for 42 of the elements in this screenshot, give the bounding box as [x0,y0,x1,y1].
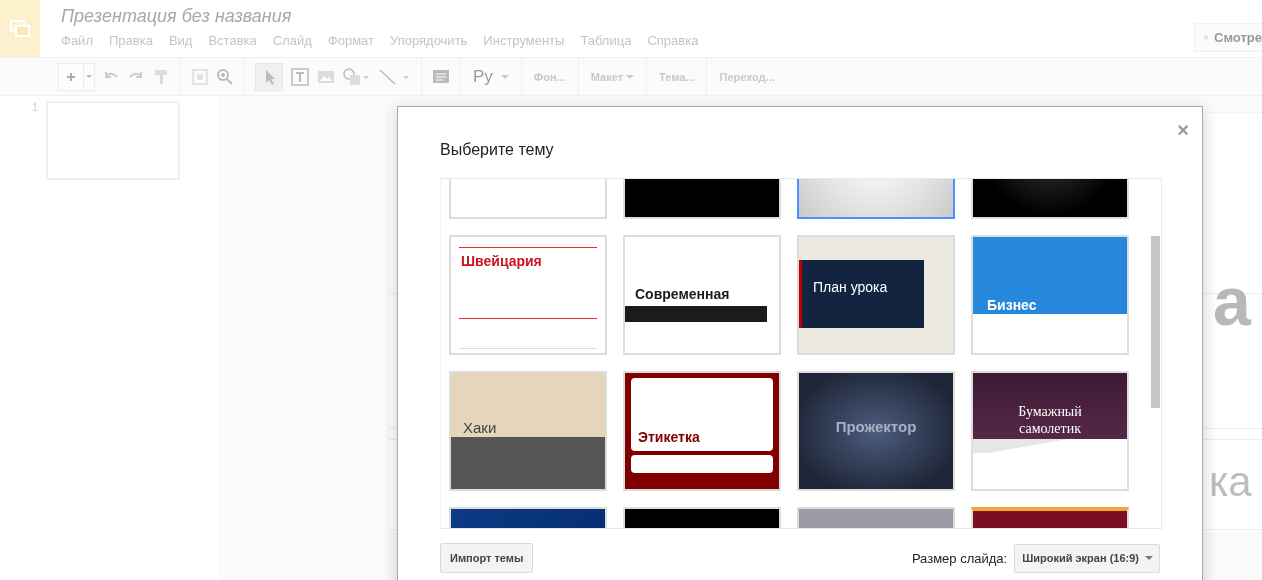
document-title[interactable]: Презентация без названия [61,6,292,27]
menu-item[interactable]: Вставка [208,33,257,48]
slide-subtitle-text: ка [1209,458,1252,506]
theme-thumbnail[interactable]: Бумажный самолетик [971,371,1129,491]
zoom-icon[interactable] [216,67,234,86]
caret-icon [500,73,509,80]
caret-icon [86,75,92,78]
menu-item[interactable]: Инструменты [483,33,565,48]
theme-thumbnail[interactable]: Швейцария [449,235,607,355]
slide-size-dropdown[interactable]: Широкий экран (16:9) [1014,543,1160,573]
dropdown-button[interactable] [83,63,94,90]
menu-item[interactable]: Правка [108,33,153,48]
caret-icon [1145,555,1153,561]
theme-thumbnail[interactable]: План урока [797,235,955,355]
pointer-icon[interactable] [255,62,283,91]
text-box-icon[interactable] [290,66,310,87]
menu-item[interactable]: Таблица [580,33,632,48]
comment-icon[interactable] [432,67,450,86]
dialog-title: Выберите тему [440,141,554,159]
menu-item[interactable]: Формат [327,33,374,48]
input-tools-button[interactable]: Ру [471,66,511,87]
present-button[interactable]: Смотре [1194,23,1262,52]
menu-item[interactable]: Справка [647,33,699,48]
theme-thumbnail[interactable]: Современная [623,235,781,355]
shape-icon[interactable] [342,66,370,87]
menu-item[interactable]: Файл [61,33,93,48]
line-icon[interactable] [377,66,411,87]
scrollbar-thumb[interactable] [1151,236,1160,408]
theme-thumbnail[interactable]: Этикетка [623,371,781,491]
theme-thumbnail[interactable]: Бизнес [971,235,1129,355]
theme-thumbnail[interactable]: Хаки [449,371,607,491]
menu-item[interactable]: Слайд [272,33,312,48]
zoom-fit-icon[interactable] [191,67,209,86]
import-theme-button[interactable]: Импорт темы [440,543,534,573]
theme-thumbnail[interactable]: Прожектор [797,371,955,491]
app-logo-icon[interactable] [0,0,40,57]
slide-title-text: а [1213,262,1251,340]
paint-roller-icon[interactable] [152,67,170,86]
menu-item[interactable]: Вид [168,33,193,48]
slide-size-label: Размер слайда: [911,550,1008,566]
close-button[interactable]: × [1175,119,1191,142]
menu-item[interactable]: Упорядочить [390,33,468,48]
